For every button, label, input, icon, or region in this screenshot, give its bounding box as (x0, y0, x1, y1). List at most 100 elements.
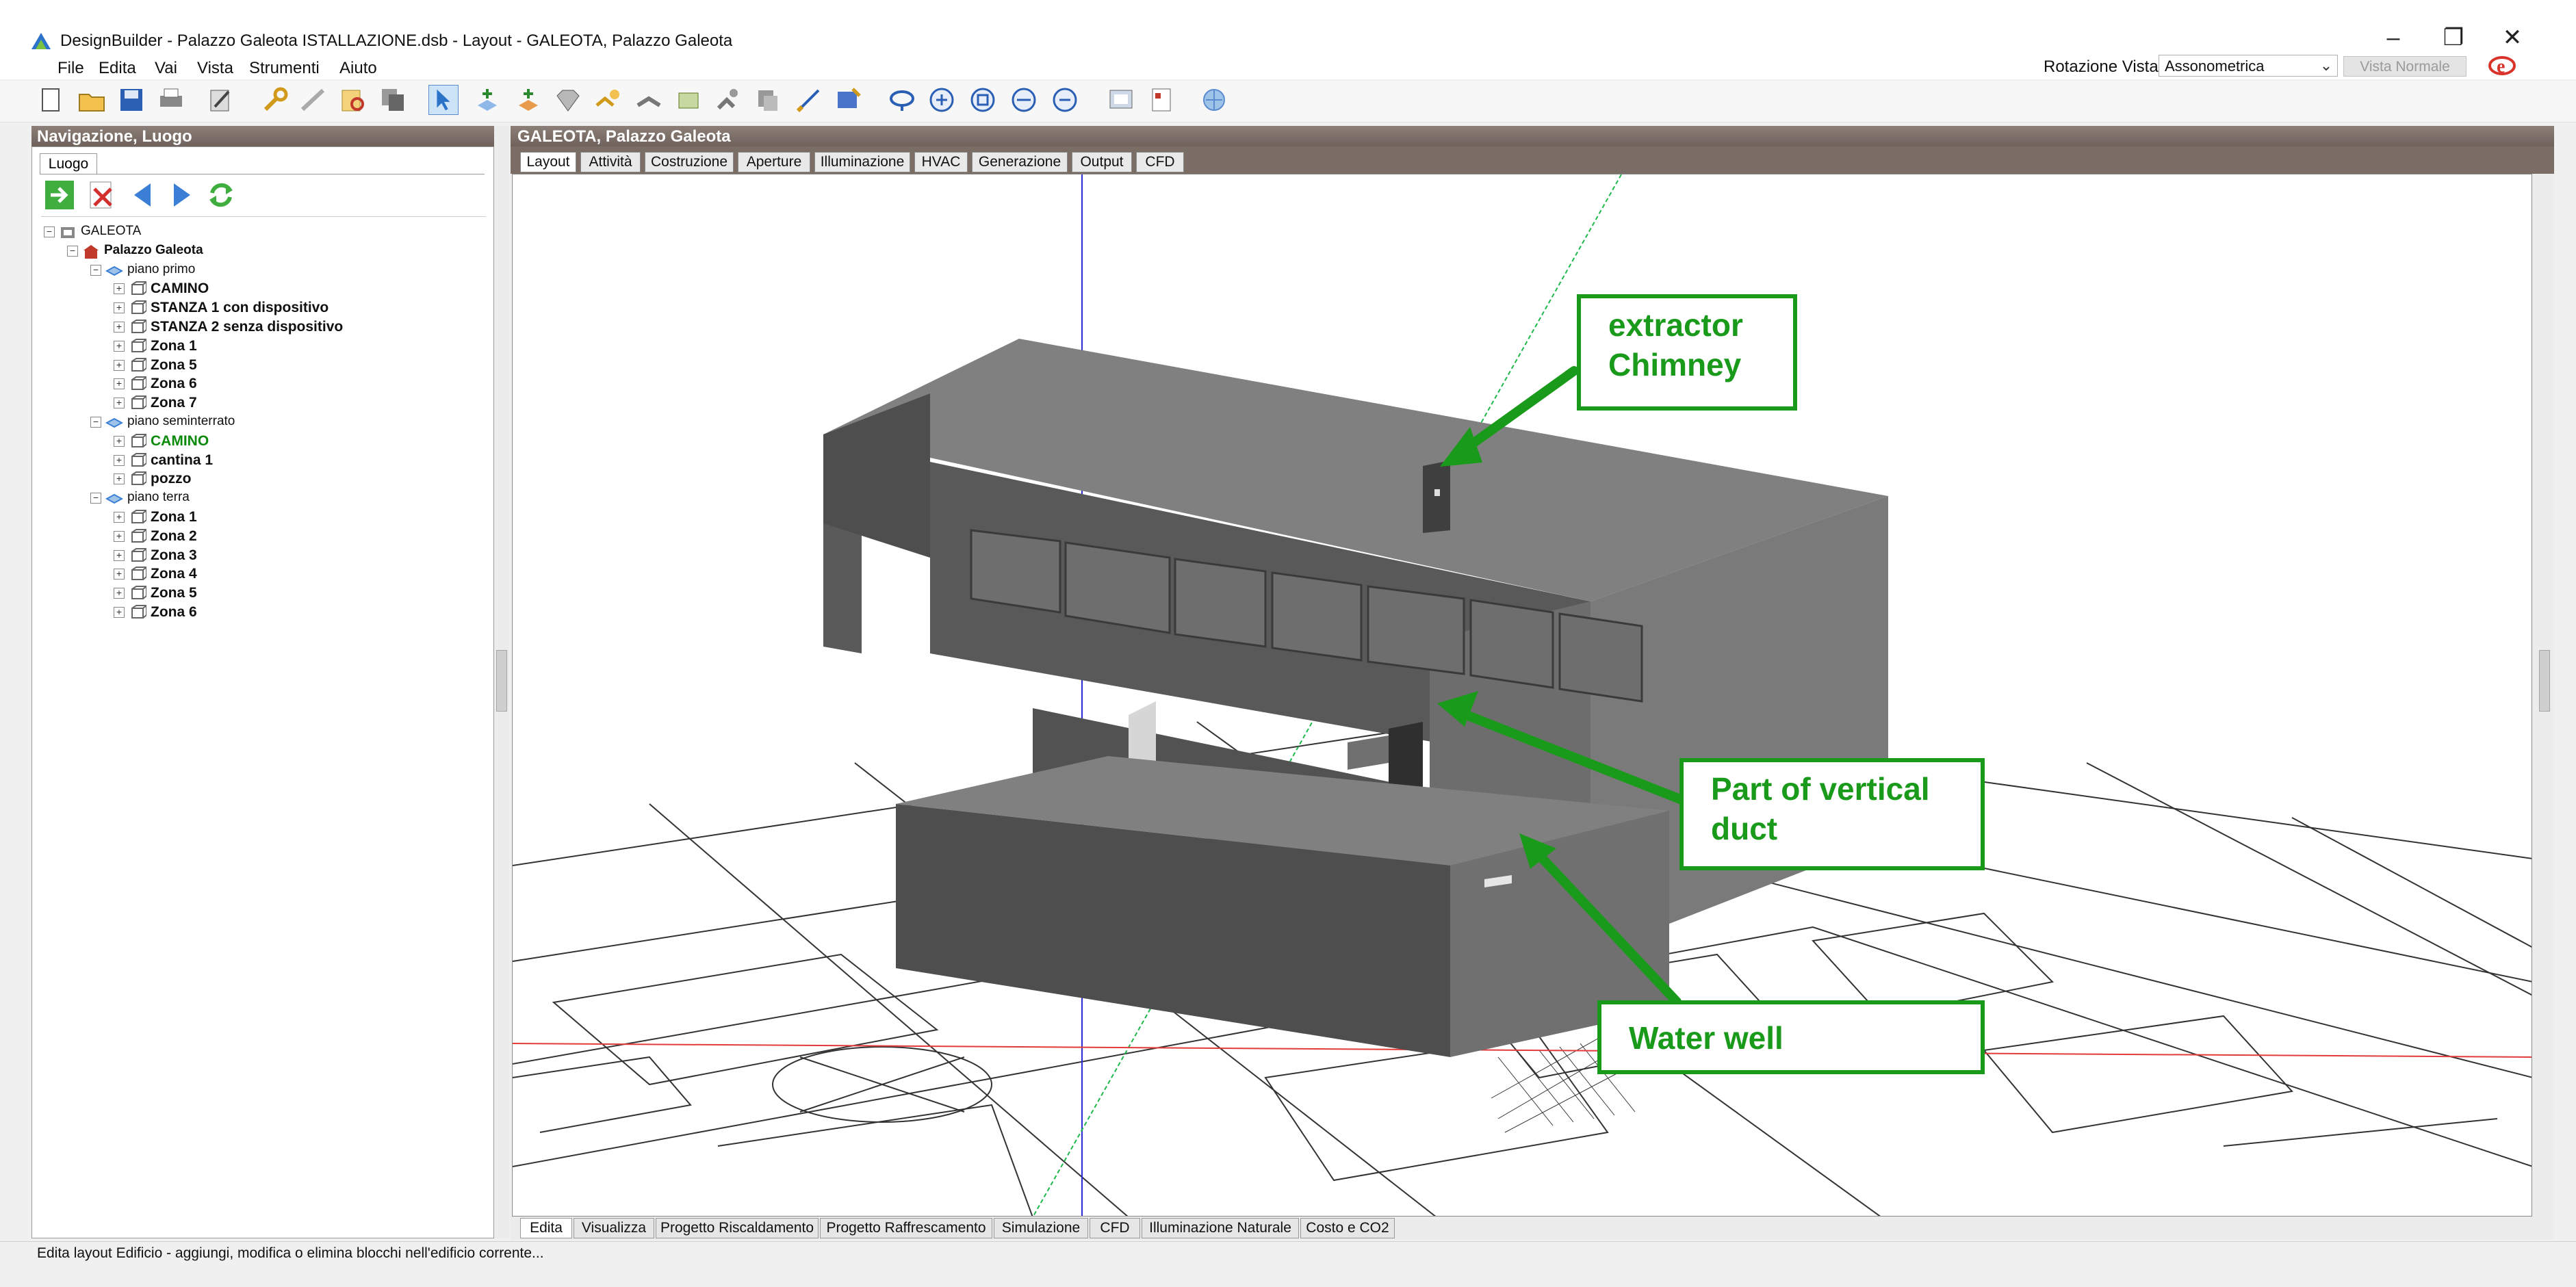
clone-tool-icon[interactable] (753, 85, 783, 115)
new-file-icon[interactable] (36, 85, 66, 115)
chevron-down-icon[interactable]: ⌄ (2316, 55, 2336, 77)
tab-attivita[interactable]: Attività (580, 152, 641, 172)
tab-visualizza[interactable]: Visualizza (574, 1218, 654, 1238)
copy-block-icon[interactable] (378, 85, 408, 115)
tree-expander[interactable]: − (90, 265, 101, 276)
3d-viewport[interactable] (512, 174, 2532, 1217)
wrench-icon[interactable] (260, 85, 290, 115)
tree-item-label[interactable]: Zona 1 (151, 509, 197, 525)
stretch-tool-icon[interactable] (634, 85, 664, 115)
refresh-icon[interactable] (205, 179, 237, 211)
close-button[interactable]: ✕ (2488, 21, 2536, 55)
help-e-icon[interactable]: e (2487, 52, 2517, 79)
tree-item-label[interactable]: Zona 2 (151, 528, 197, 545)
tree-expander[interactable]: − (67, 246, 78, 257)
tab-illuminazione-naturale[interactable]: Illuminazione Naturale (1142, 1218, 1299, 1238)
tree-item-label[interactable]: Zona 4 (151, 566, 197, 582)
tab-illuminazione[interactable]: Illuminazione (814, 152, 910, 172)
tree-item-label[interactable]: piano terra (127, 490, 190, 505)
forward-arrow-icon[interactable] (166, 179, 197, 211)
zoom-extents-icon[interactable] (1009, 85, 1039, 115)
open-folder-icon[interactable] (77, 85, 107, 115)
menu-strumenti[interactable]: Strumenti (249, 59, 320, 78)
orbit-icon[interactable] (887, 85, 917, 115)
draw-line-icon[interactable] (794, 85, 824, 115)
tree-expander[interactable]: + (114, 436, 125, 447)
tree-item-label[interactable]: STANZA 1 con dispositivo (151, 300, 329, 316)
tab-cfd-bottom[interactable]: CFD (1090, 1218, 1140, 1238)
tree-expander[interactable]: + (114, 378, 125, 389)
tree-item-label[interactable]: Zona 3 (151, 547, 197, 564)
back-arrow-icon[interactable] (127, 179, 159, 211)
select-pointer-icon[interactable] (428, 85, 459, 115)
delete-icon[interactable] (86, 179, 118, 211)
tree-expander[interactable]: + (114, 302, 125, 313)
tab-progetto-raffrescamento[interactable]: Progetto Raffrescamento (820, 1218, 992, 1238)
menu-aiuto[interactable]: Aiuto (339, 59, 377, 78)
tab-layout[interactable]: Layout (520, 152, 576, 172)
tree-item-label[interactable]: cantina 1 (151, 452, 213, 469)
globe-icon[interactable] (1199, 85, 1229, 115)
tab-edita[interactable]: Edita (520, 1218, 572, 1238)
component-tool-icon[interactable] (834, 85, 864, 115)
tree-item-label[interactable]: CAMINO (151, 433, 209, 450)
tree-expander[interactable]: − (44, 226, 55, 237)
view-rotation-select[interactable]: Assonometrica (2159, 55, 2338, 77)
menu-vai[interactable]: Vai (155, 59, 177, 78)
tree-item-label[interactable]: GALEOTA (81, 224, 141, 239)
tree-expander[interactable]: − (90, 493, 101, 504)
tree-item-label[interactable]: piano primo (127, 262, 195, 277)
tree-expander[interactable]: + (114, 473, 125, 484)
tree-expander[interactable]: + (114, 398, 125, 408)
tree-expander[interactable]: + (114, 588, 125, 599)
report-icon[interactable] (1147, 85, 1177, 115)
tab-output[interactable]: Output (1072, 152, 1132, 172)
tree-expander[interactable]: + (114, 569, 125, 580)
save-icon[interactable] (116, 85, 146, 115)
tab-costruzione[interactable]: Costruzione (645, 152, 734, 172)
tree-expander[interactable]: + (114, 360, 125, 371)
zoom-window-icon[interactable] (968, 85, 998, 115)
building-model-scene[interactable] (513, 174, 2532, 1217)
tree-item-label[interactable]: Zona 5 (151, 585, 197, 601)
tree-item-label[interactable]: Zona 6 (151, 376, 197, 392)
find-icon[interactable] (338, 85, 368, 115)
tab-cfd[interactable]: CFD (1136, 152, 1184, 172)
tab-simulazione[interactable]: Simulazione (994, 1218, 1088, 1238)
tree-expander[interactable]: + (114, 283, 125, 294)
minimize-button[interactable]: – (2369, 21, 2417, 55)
tree-item-label[interactable]: Zona 5 (151, 357, 197, 374)
tree-item-label[interactable]: STANZA 2 senza dispositivo (151, 319, 343, 335)
normal-view-button[interactable]: Vista Normale (2343, 56, 2466, 77)
tree-item-label[interactable]: Zona 6 (151, 604, 197, 621)
tab-costo-co2[interactable]: Costo e CO2 (1300, 1218, 1395, 1238)
zoom-out-icon[interactable] (1050, 85, 1080, 115)
tree-item-label[interactable]: Zona 7 (151, 395, 197, 411)
maximize-button[interactable]: ❐ (2430, 21, 2477, 55)
right-splitter-handle[interactable] (2539, 650, 2550, 712)
tree-expander[interactable]: + (114, 341, 125, 352)
tree-expander[interactable]: + (114, 550, 125, 561)
tree-expander[interactable]: + (114, 455, 125, 466)
screenshot-icon[interactable] (1106, 85, 1136, 115)
print-icon[interactable] (156, 85, 186, 115)
tree-expander[interactable]: − (90, 417, 101, 428)
tab-progetto-riscaldamento[interactable]: Progetto Riscaldamento (656, 1218, 819, 1238)
tree-expander[interactable]: + (114, 531, 125, 542)
measure-icon[interactable] (298, 85, 329, 115)
menu-edita[interactable]: Edita (99, 59, 136, 78)
add-partition-icon[interactable] (513, 85, 543, 115)
menu-file[interactable]: File (57, 59, 84, 78)
add-block-icon[interactable] (472, 85, 502, 115)
go-arrow-icon[interactable] (44, 179, 75, 211)
tab-luogo[interactable]: Luogo (40, 153, 97, 174)
tree-item-label[interactable]: pozzo (151, 471, 191, 487)
move-tool-icon[interactable] (593, 85, 623, 115)
diamond-tool-icon[interactable] (553, 85, 583, 115)
paint-tool-icon[interactable] (713, 85, 743, 115)
tab-hvac[interactable]: HVAC (914, 152, 968, 172)
menu-vista[interactable]: Vista (197, 59, 233, 78)
zoom-in-icon[interactable] (927, 85, 957, 115)
tree-item-label[interactable]: Zona 1 (151, 338, 197, 354)
tab-aperture[interactable]: Aperture (738, 152, 810, 172)
